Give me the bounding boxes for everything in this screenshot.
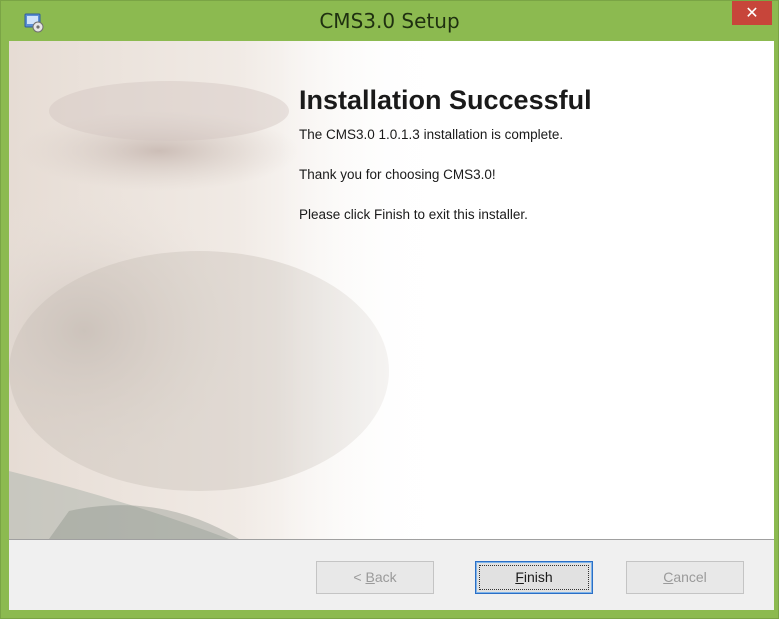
client-area: Installation Successful The CMS3.0 1.0.1… (9, 41, 774, 610)
focus-ring (479, 565, 589, 590)
exit-instruction: Please click Finish to exit this install… (299, 207, 528, 222)
window-title: CMS3.0 Setup (319, 9, 460, 33)
finish-button[interactable]: Finish (475, 561, 593, 594)
completion-message: The CMS3.0 1.0.1.3 installation is compl… (299, 127, 564, 142)
button-bar: < Back Finish Cancel (9, 539, 774, 610)
cancel-label-rest: ancel (673, 569, 707, 585)
setup-window: CMS3.0 Setup ✕ Installation Successful T… (0, 0, 779, 619)
back-label-rest: ack (374, 569, 397, 585)
close-icon: ✕ (745, 5, 759, 22)
back-prefix: < (353, 569, 366, 585)
welcome-banner: Installation Successful The CMS3.0 1.0.1… (9, 41, 774, 539)
back-button[interactable]: < Back (316, 561, 434, 594)
thank-you-message: Thank you for choosing CMS3.0! (299, 167, 496, 182)
page-heading: Installation Successful (299, 85, 592, 115)
close-button[interactable]: ✕ (732, 1, 772, 25)
title-bar[interactable]: CMS3.0 Setup ✕ (1, 1, 778, 41)
cancel-button[interactable]: Cancel (626, 561, 744, 594)
back-mnemonic: B (365, 569, 375, 585)
cancel-mnemonic: C (663, 569, 674, 585)
